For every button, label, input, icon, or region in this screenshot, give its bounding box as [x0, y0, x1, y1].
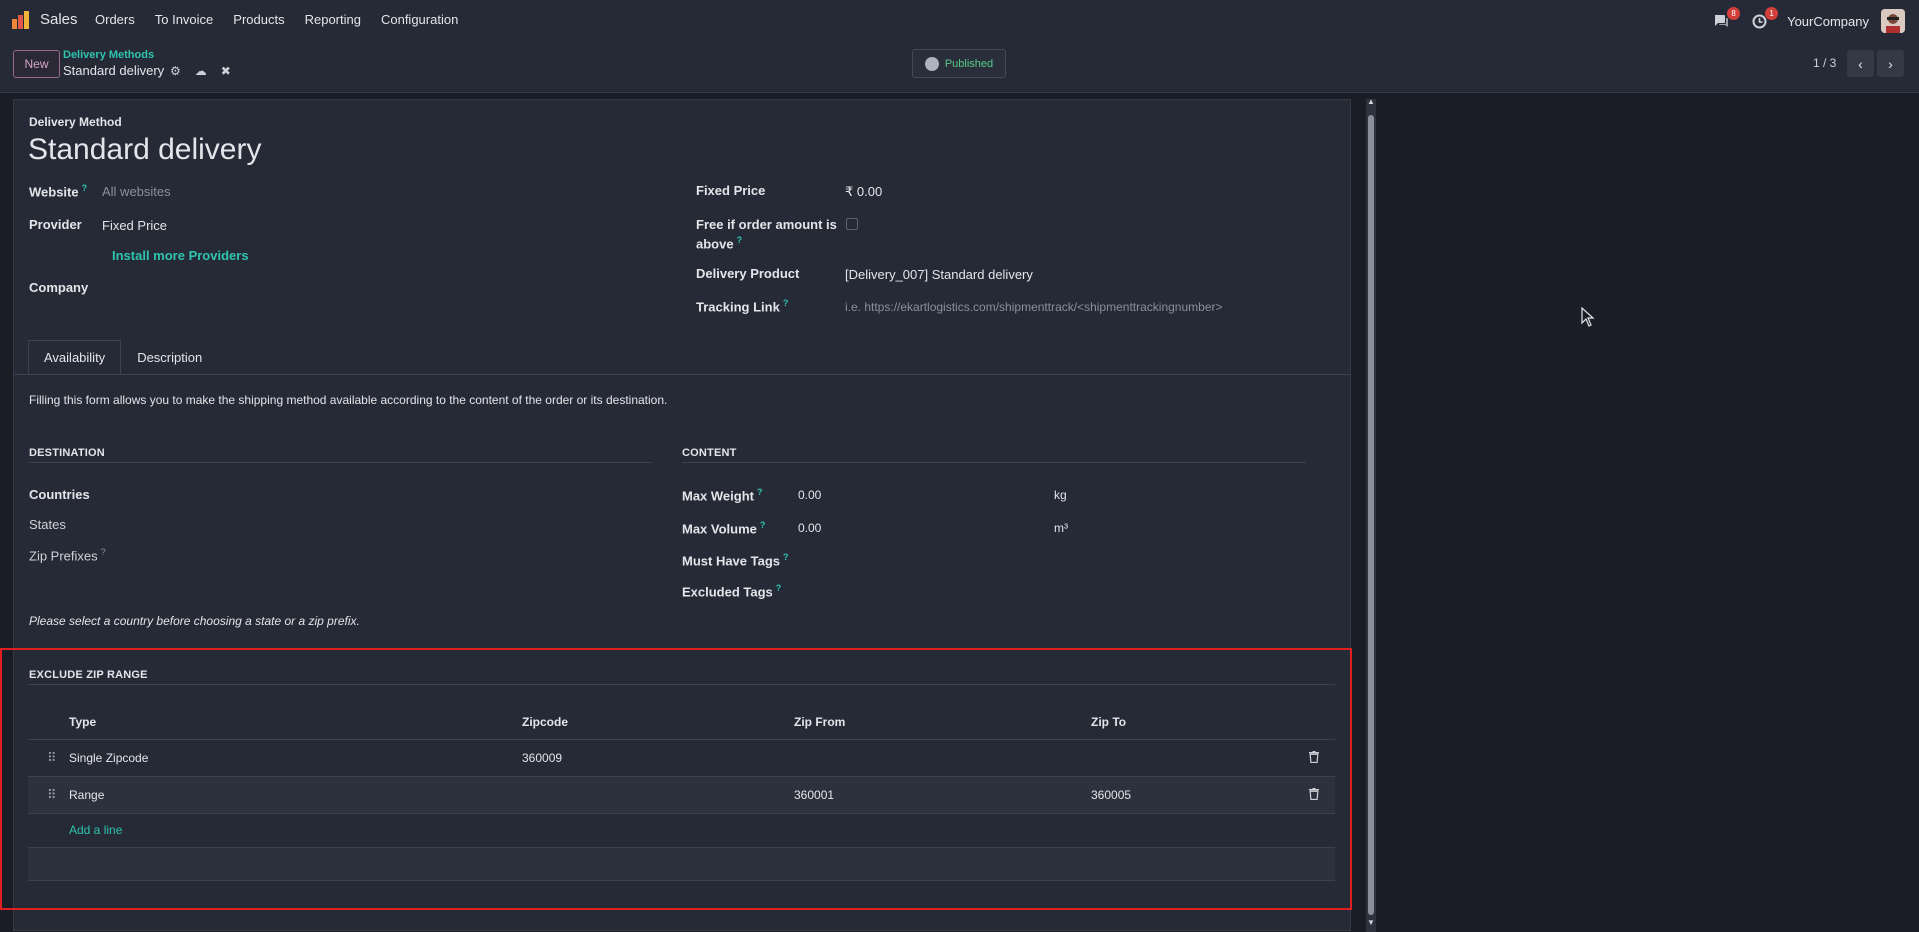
delivery-product-field[interactable]: [Delivery_007] Standard delivery [845, 267, 1033, 282]
discard-x-icon[interactable]: ✖ [221, 64, 231, 78]
record-name-field[interactable]: Standard delivery [28, 133, 261, 167]
content-separator [682, 462, 1306, 463]
form-header-label: Delivery Method [29, 115, 122, 129]
max-weight-label: Max Weight? [682, 487, 763, 504]
install-providers-link[interactable]: Install more Providers [112, 248, 249, 263]
max-volume-unit: m³ [1054, 521, 1068, 535]
menu-configuration[interactable]: Configuration [381, 12, 458, 27]
scroll-down-icon[interactable]: ▼ [1367, 918, 1375, 927]
pager-value[interactable]: 1 / 3 [1813, 56, 1836, 70]
gear-icon[interactable]: ⚙ [170, 64, 181, 78]
company-switcher[interactable]: YourCompany [1787, 14, 1869, 29]
sales-app-icon[interactable] [12, 11, 32, 29]
menu-products[interactable]: Products [233, 12, 284, 27]
tracking-link-label: Tracking Link? [696, 298, 789, 315]
main-menu: Orders To Invoice Products Reporting Con… [95, 12, 478, 27]
country-note: Please select a country before choosing … [29, 614, 360, 628]
record-actions: ⚙ ☁ ✖ [170, 64, 231, 78]
website-label: Website? [29, 183, 88, 200]
provider-label: Provider [29, 217, 82, 232]
user-avatar[interactable] [1881, 9, 1905, 33]
systray: 8 1 YourCompany [1711, 7, 1905, 34]
states-label: States [29, 517, 66, 532]
pager-next-button[interactable]: › [1877, 50, 1904, 77]
chevron-right-icon: › [1888, 55, 1893, 72]
max-weight-unit: kg [1054, 488, 1067, 502]
cloud-upload-icon[interactable]: ☁ [195, 64, 207, 78]
tab-description[interactable]: Description [121, 340, 219, 374]
menu-orders[interactable]: Orders [95, 12, 135, 27]
tab-availability[interactable]: Availability [28, 340, 122, 374]
countries-label: Countries [29, 487, 90, 502]
top-navbar: Sales Orders To Invoice Products Reporti… [0, 0, 1919, 41]
excluded-tags-label: Excluded Tags? [682, 583, 782, 600]
max-weight-field[interactable]: 0.00 [798, 488, 821, 502]
free-if-label-line1: Free if order amount is [696, 217, 837, 232]
messages-icon[interactable]: 8 [1711, 7, 1741, 31]
notebook-tabs: Availability Description [28, 340, 219, 374]
globe-icon [924, 56, 939, 71]
scroll-up-icon[interactable]: ▲ [1367, 97, 1375, 106]
tracking-link-field[interactable]: i.e. https://ekartlogistics.com/shipment… [845, 300, 1223, 314]
provider-field[interactable]: Fixed Price [102, 218, 167, 233]
control-panel: New Delivery Methods Standard delivery ⚙… [0, 41, 1919, 93]
must-have-tags-label: Must Have Tags? [682, 552, 789, 569]
menu-to-invoice[interactable]: To Invoice [155, 12, 214, 27]
messages-badge: 8 [1727, 7, 1741, 20]
app-name[interactable]: Sales [40, 11, 78, 28]
content-title: CONTENT [682, 447, 737, 459]
fixed-price-field[interactable]: ₹ 0.00 [845, 184, 882, 200]
fixed-price-label: Fixed Price [696, 183, 766, 198]
pager-previous-button[interactable]: ‹ [1847, 50, 1874, 77]
activity-clock-icon[interactable]: 1 [1749, 7, 1779, 31]
activity-badge: 1 [1765, 7, 1779, 20]
max-volume-label: Max Volume? [682, 520, 766, 537]
website-field[interactable]: All websites [102, 184, 171, 199]
new-button[interactable]: New [13, 50, 60, 78]
mouse-cursor-icon [1581, 307, 1595, 327]
form-scrollbar-thumb[interactable] [1368, 115, 1374, 915]
published-label: Published [944, 57, 994, 70]
destination-separator [29, 462, 652, 463]
availability-intro: Filling this form allows you to make the… [29, 393, 668, 407]
published-button[interactable]: Published [912, 49, 1006, 78]
company-label: Company [29, 280, 89, 295]
delivery-product-label: Delivery Product [696, 266, 800, 281]
zip-prefixes-label: Zip Prefixes? [29, 547, 106, 564]
free-if-checkbox[interactable] [846, 218, 858, 230]
menu-reporting[interactable]: Reporting [305, 12, 361, 27]
highlight-box [0, 648, 1352, 910]
max-volume-field[interactable]: 0.00 [798, 521, 821, 535]
destination-title: DESTINATION [29, 447, 105, 459]
tabs-divider [13, 374, 1351, 375]
free-if-label-line2: above? [696, 235, 743, 252]
breadcrumb-delivery-methods[interactable]: Delivery Methods [63, 49, 154, 61]
breadcrumb-current-record: Standard delivery [63, 63, 165, 78]
chevron-left-icon: ‹ [1858, 55, 1863, 72]
